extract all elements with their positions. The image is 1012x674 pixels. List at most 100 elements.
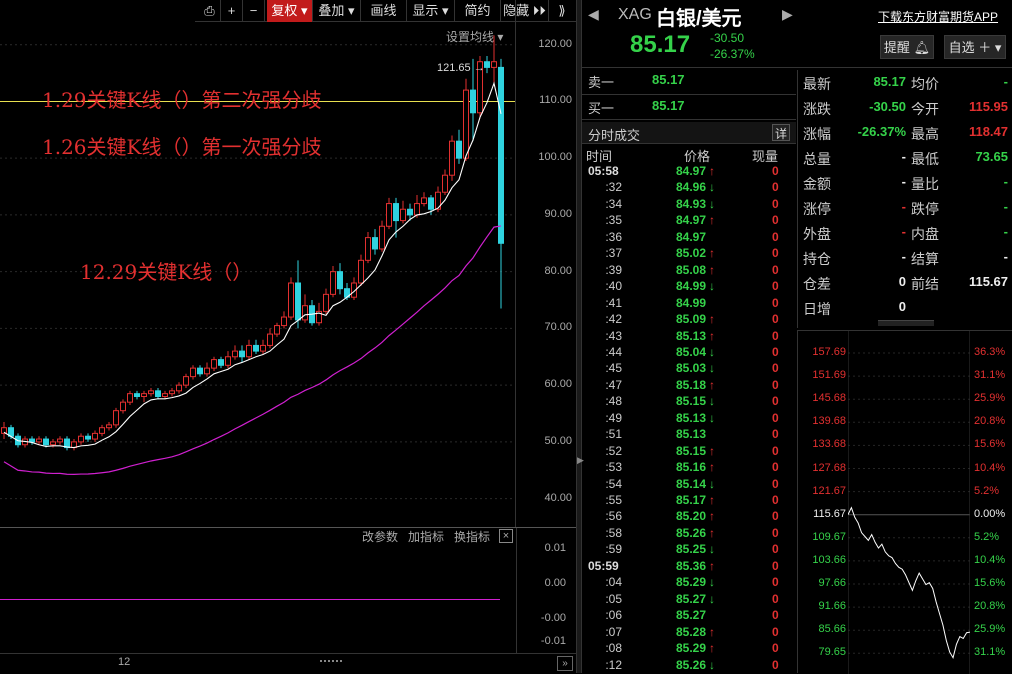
trade-direction-icon: ↓ <box>709 477 715 491</box>
trade-time: :05 <box>586 592 622 606</box>
overlay-button[interactable]: 叠加 ▾ <box>313 0 361 22</box>
indicator-tick: -0.00 <box>514 612 566 624</box>
trade-direction-icon: ↓ <box>709 394 715 408</box>
download-app-link[interactable]: 下载东方财富期货APP <box>878 8 998 25</box>
candle-body <box>121 402 126 411</box>
candle-body <box>429 198 434 209</box>
trade-price: 84.96 <box>676 180 706 194</box>
stat-label: 均价 <box>911 74 939 94</box>
candle-body <box>51 442 56 445</box>
price-tick: 80.00 <box>520 265 572 277</box>
trade-direction-icon: ↓ <box>709 361 715 375</box>
stat-value: - <box>838 199 906 214</box>
export-icon[interactable]: ⎙ <box>199 0 221 22</box>
trade-volume: 0 <box>772 559 779 573</box>
stat-label: 总量 <box>803 149 831 169</box>
prev-arrow-icon[interactable]: ◀ <box>588 6 599 23</box>
next-arrow-icon[interactable]: ▶ <box>782 6 793 23</box>
price-change: -30.50 <box>710 31 744 45</box>
display-button[interactable]: 显示 ▾ <box>407 0 455 22</box>
trade-direction-icon: ↓ <box>709 345 715 359</box>
intraday-pct-tick: 20.8% <box>974 415 1005 427</box>
trade-volume: 0 <box>772 427 779 441</box>
stat-value: 115.95 <box>946 99 1008 114</box>
edit-params-button[interactable]: 改参数 <box>362 528 398 545</box>
trade-direction-icon: ↑ <box>709 246 715 260</box>
simple-button[interactable]: 简约 <box>455 0 501 22</box>
candle-body <box>254 345 259 351</box>
stat-value: 0 <box>838 299 906 314</box>
trade-time: :58 <box>586 526 622 540</box>
trade-volume: 0 <box>772 411 779 425</box>
candle-body <box>422 198 427 204</box>
candle-body <box>387 204 392 227</box>
candle-body <box>359 260 364 283</box>
price-tick: 40.00 <box>520 492 572 504</box>
candle-body <box>331 272 336 295</box>
trade-time: :04 <box>586 575 622 589</box>
buy-label: 买一 <box>588 98 614 117</box>
price-tick: 70.00 <box>520 321 572 333</box>
candle-body <box>128 394 133 403</box>
trade-row: :3684.970 <box>584 230 784 247</box>
stat-label: 前结 <box>911 274 939 294</box>
intraday-chart[interactable] <box>848 331 970 674</box>
trade-row: :3284.96↓0 <box>584 180 784 197</box>
trade-price: 85.25 <box>676 542 706 556</box>
trade-price: 84.97 <box>676 230 706 244</box>
trade-volume: 0 <box>772 477 779 491</box>
candle-body <box>240 351 245 357</box>
trade-time: :44 <box>586 345 622 359</box>
trade-price: 84.97 <box>676 213 706 227</box>
candle-body <box>261 345 266 351</box>
indicator-tick: 0.01 <box>514 542 566 554</box>
draw-button[interactable]: 画线 <box>361 0 407 22</box>
trade-row: :5485.14↓0 <box>584 477 784 494</box>
candle-body <box>471 90 476 113</box>
expand-icon[interactable]: » <box>557 656 573 671</box>
trade-row: :4585.03↓0 <box>584 361 784 378</box>
kline-panel[interactable]: ⎙ + − 复权 ▾ 叠加 ▾ 画线 显示 ▾ 简约 隐藏 ⏵⏵ ⟫ 设置均线 … <box>0 0 576 673</box>
intraday-price-line <box>848 508 970 658</box>
trade-volume: 0 <box>772 312 779 326</box>
watchlist-button[interactable]: 自选 ＋ ▾ <box>944 35 1006 59</box>
trade-volume: 0 <box>772 296 779 310</box>
intraday-panel[interactable]: 157.6936.3%151.6931.1%145.6825.9%139.682… <box>797 330 1012 673</box>
intraday-pct-tick: 15.6% <box>974 577 1005 589</box>
switch-indicator-button[interactable]: 换指标 <box>454 528 490 545</box>
trade-row: :4885.15↓0 <box>584 394 784 411</box>
crosshair-icon[interactable]: + <box>221 0 243 22</box>
candle-body <box>366 238 371 261</box>
trade-row: :0885.29↑0 <box>584 641 784 658</box>
price-tick: 60.00 <box>520 378 572 390</box>
trade-price: 85.18 <box>676 378 706 392</box>
panel-toggle[interactable] <box>878 320 934 326</box>
trade-price: 85.03 <box>676 361 706 375</box>
adjust-button[interactable]: 复权 ▾ <box>267 0 313 22</box>
candle-body <box>282 317 287 326</box>
candle-body <box>408 209 413 215</box>
trade-price: 85.36 <box>676 559 706 573</box>
trade-time: :36 <box>586 230 622 244</box>
scroll-handle[interactable] <box>320 660 342 666</box>
candle-body <box>114 411 119 425</box>
trade-direction-icon: ↑ <box>709 641 715 655</box>
add-indicator-button[interactable]: 加指标 <box>408 528 444 545</box>
intraday-pct-tick: 5.2% <box>974 531 999 543</box>
candle-body <box>380 226 385 249</box>
detail-button[interactable]: 详 <box>772 124 790 141</box>
trade-volume: 0 <box>772 608 779 622</box>
minus-icon[interactable]: − <box>243 0 265 22</box>
close-icon[interactable]: × <box>499 529 513 543</box>
trade-time: 05:59 <box>588 559 624 573</box>
candle-body <box>44 439 49 445</box>
stat-label: 涨幅 <box>803 124 831 144</box>
trade-direction-icon: ↑ <box>709 312 715 326</box>
trade-direction-icon: ↑ <box>709 493 715 507</box>
trade-row: :5585.17↑0 <box>584 493 784 510</box>
trade-row: :0685.270 <box>584 608 784 625</box>
intraday-price-tick: 139.68 <box>800 415 846 427</box>
trade-direction-icon: ↓ <box>709 279 715 293</box>
stat-label: 最新 <box>803 74 831 94</box>
remind-button[interactable]: 提醒 🔔︎ <box>880 35 934 59</box>
